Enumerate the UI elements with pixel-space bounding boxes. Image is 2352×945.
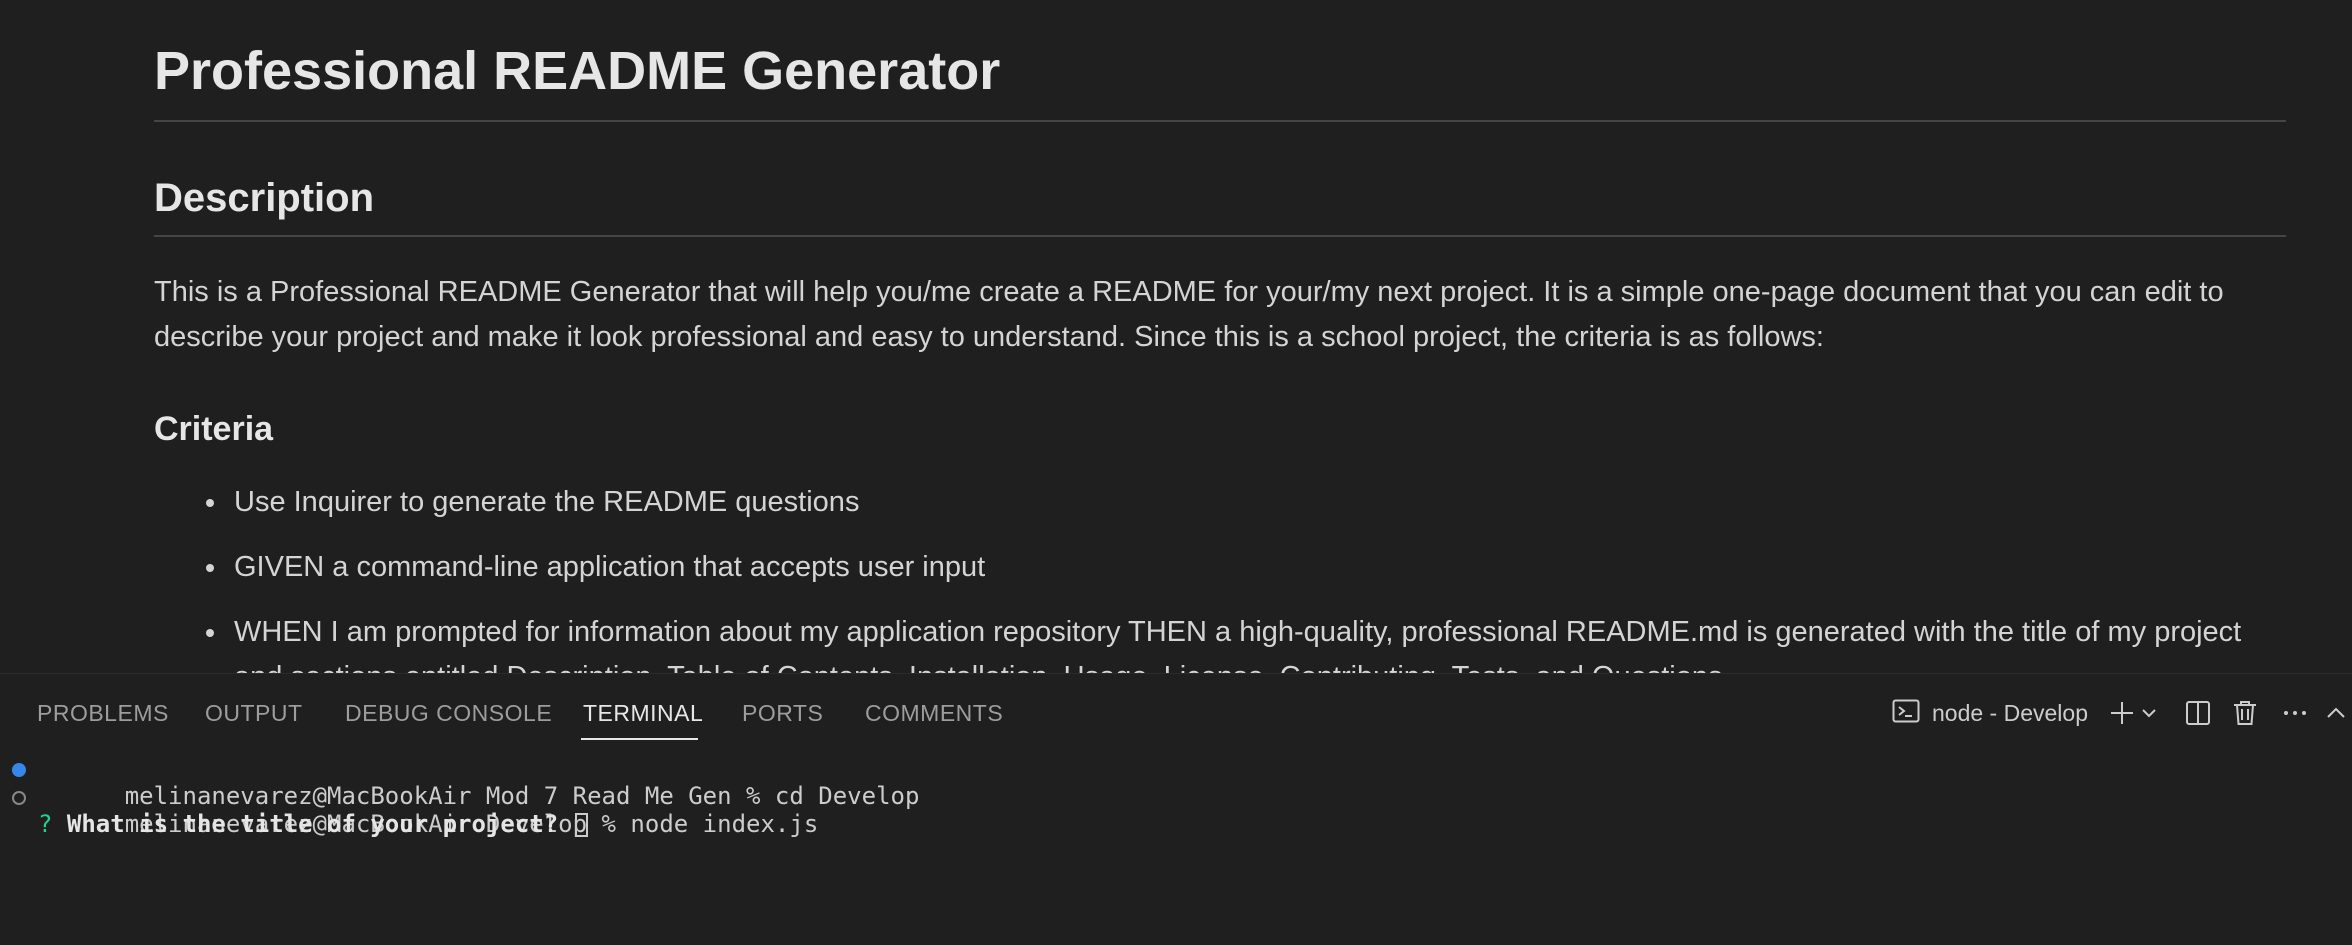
bullet-icon <box>206 629 214 637</box>
active-tab-indicator <box>581 738 698 740</box>
split-icon[interactable] <box>2181 696 2215 730</box>
description-heading: Description <box>154 176 375 220</box>
bullet-icon <box>206 499 214 507</box>
chevron-up-icon[interactable] <box>2322 696 2350 730</box>
markdown-preview: Professional README Generator Descriptio… <box>0 0 2352 673</box>
terminal-line: melinanevarez@MacBookAir Mod 7 Read Me G… <box>0 754 2352 810</box>
description-rule <box>154 235 2286 237</box>
bullet-icon <box>206 564 214 572</box>
command-success-icon[interactable] <box>12 763 26 777</box>
terminal-output[interactable]: melinanevarez@MacBookAir Mod 7 Read Me G… <box>0 754 2352 838</box>
ellipsis-icon[interactable] <box>2278 696 2312 730</box>
criteria-list: Use Inquirer to generate the README ques… <box>154 480 2286 673</box>
terminal-line: melinanevarez@MacBookAir Develop % node … <box>0 782 2352 838</box>
terminal-selector[interactable]: node - Develop <box>1892 696 2088 730</box>
bottom-panel: PROBLEMS OUTPUT DEBUG CONSOLE TERMINAL P… <box>0 673 2352 945</box>
criteria-item: GIVEN a command-line application that ac… <box>154 545 2286 590</box>
tab-comments[interactable]: COMMENTS <box>865 698 1003 728</box>
criteria-text: GIVEN a command-line application that ac… <box>234 551 986 583</box>
tab-ports[interactable]: PORTS <box>742 698 823 728</box>
terminal-name: node - Develop <box>1932 699 2088 726</box>
criteria-heading: Criteria <box>154 410 274 448</box>
command-default-icon[interactable] <box>12 791 26 805</box>
chevron-down-icon[interactable] <box>2136 696 2162 730</box>
description-text: This is a Professional README Generator … <box>154 276 2224 353</box>
prompt-question: What is the title of your project? <box>66 810 559 838</box>
tab-debug-console[interactable]: DEBUG CONSOLE <box>345 698 552 728</box>
tab-output[interactable]: OUTPUT <box>205 698 303 728</box>
criteria-text: WHEN I am prompted for information about… <box>234 616 2242 673</box>
readme-title: Professional README Generator <box>154 41 1001 101</box>
criteria-item: Use Inquirer to generate the README ques… <box>154 480 2286 525</box>
tab-problems[interactable]: PROBLEMS <box>37 698 169 728</box>
criteria-text: Use Inquirer to generate the README ques… <box>234 486 860 518</box>
plus-icon[interactable] <box>2105 696 2139 730</box>
tab-terminal[interactable]: TERMINAL <box>583 698 703 728</box>
criteria-item: WHEN I am prompted for information about… <box>154 610 2286 673</box>
terminal-cursor <box>574 813 588 837</box>
title-rule <box>154 120 2286 122</box>
prompt-question-mark: ? <box>38 810 53 838</box>
terminal-icon <box>1892 697 1920 730</box>
trash-icon[interactable] <box>2228 696 2262 730</box>
panel-tabs: PROBLEMS OUTPUT DEBUG CONSOLE TERMINAL P… <box>0 674 1800 746</box>
terminal-prompt-line: ? What is the title of your project? <box>0 810 2352 838</box>
